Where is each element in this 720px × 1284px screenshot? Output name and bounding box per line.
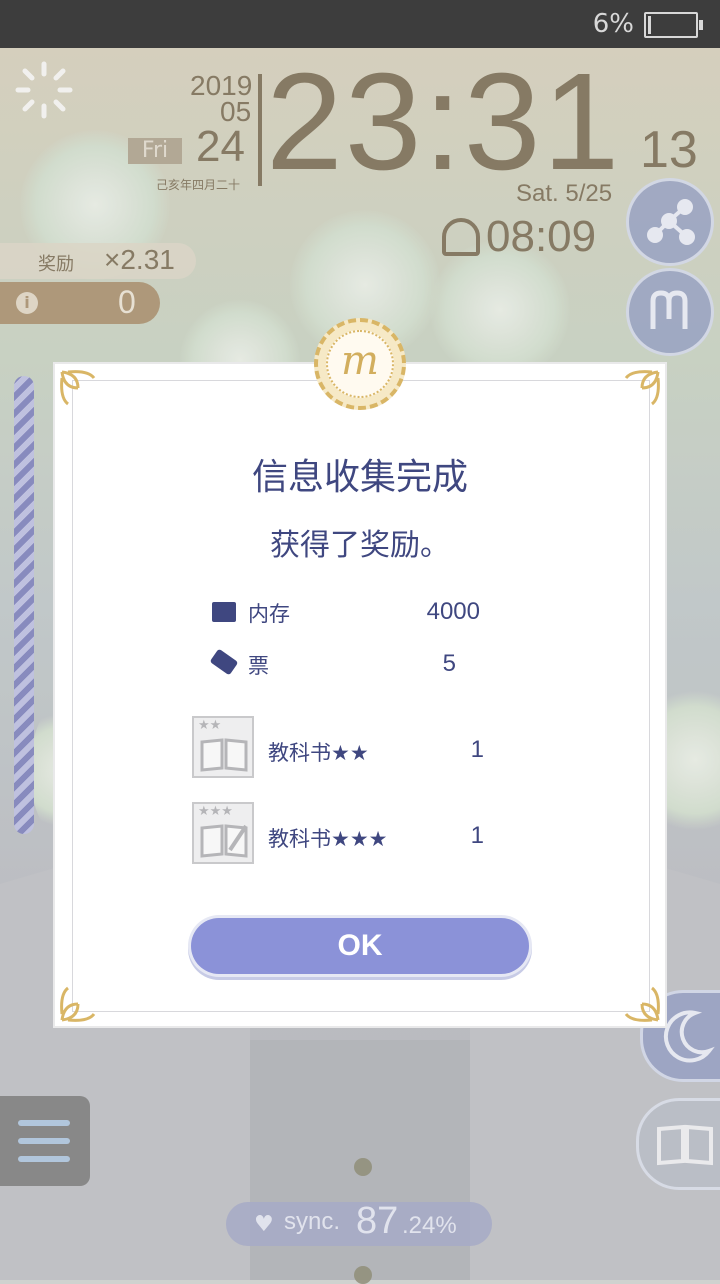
corner-ornament-icon <box>624 370 660 406</box>
textbook-3star-icon: ★★★ <box>192 802 254 864</box>
battery-percent: 6% <box>592 9 634 39</box>
open-book-icon <box>200 738 248 772</box>
reward-label-memory: 内存 <box>248 602 290 626</box>
item-stars: ★★★ <box>198 804 233 819</box>
item-count: 1 <box>470 822 484 849</box>
battery-icon <box>644 12 703 38</box>
item-label: 教科书★★★ <box>268 827 388 851</box>
corner-ornament-icon <box>60 986 96 1022</box>
corner-ornament-icon <box>60 370 96 406</box>
item-stars: ★★ <box>198 718 222 733</box>
dialog-title: 信息收集完成 <box>251 457 468 498</box>
open-book-pen-icon <box>200 824 248 858</box>
memory-icon <box>212 602 236 622</box>
reward-label-ticket: 票 <box>248 654 269 678</box>
dialog-subtitle: 获得了奖励。 <box>270 528 450 563</box>
reward-value-memory: 4000 <box>426 598 480 625</box>
item-label: 教科书★★ <box>268 741 369 765</box>
item-count: 1 <box>470 736 484 763</box>
m-logo-icon: m <box>326 330 394 398</box>
reward-value-ticket: 5 <box>442 650 456 677</box>
corner-ornament-icon <box>624 986 660 1022</box>
textbook-2star-icon: ★★ <box>192 716 254 778</box>
ok-button[interactable]: OK <box>191 918 529 974</box>
